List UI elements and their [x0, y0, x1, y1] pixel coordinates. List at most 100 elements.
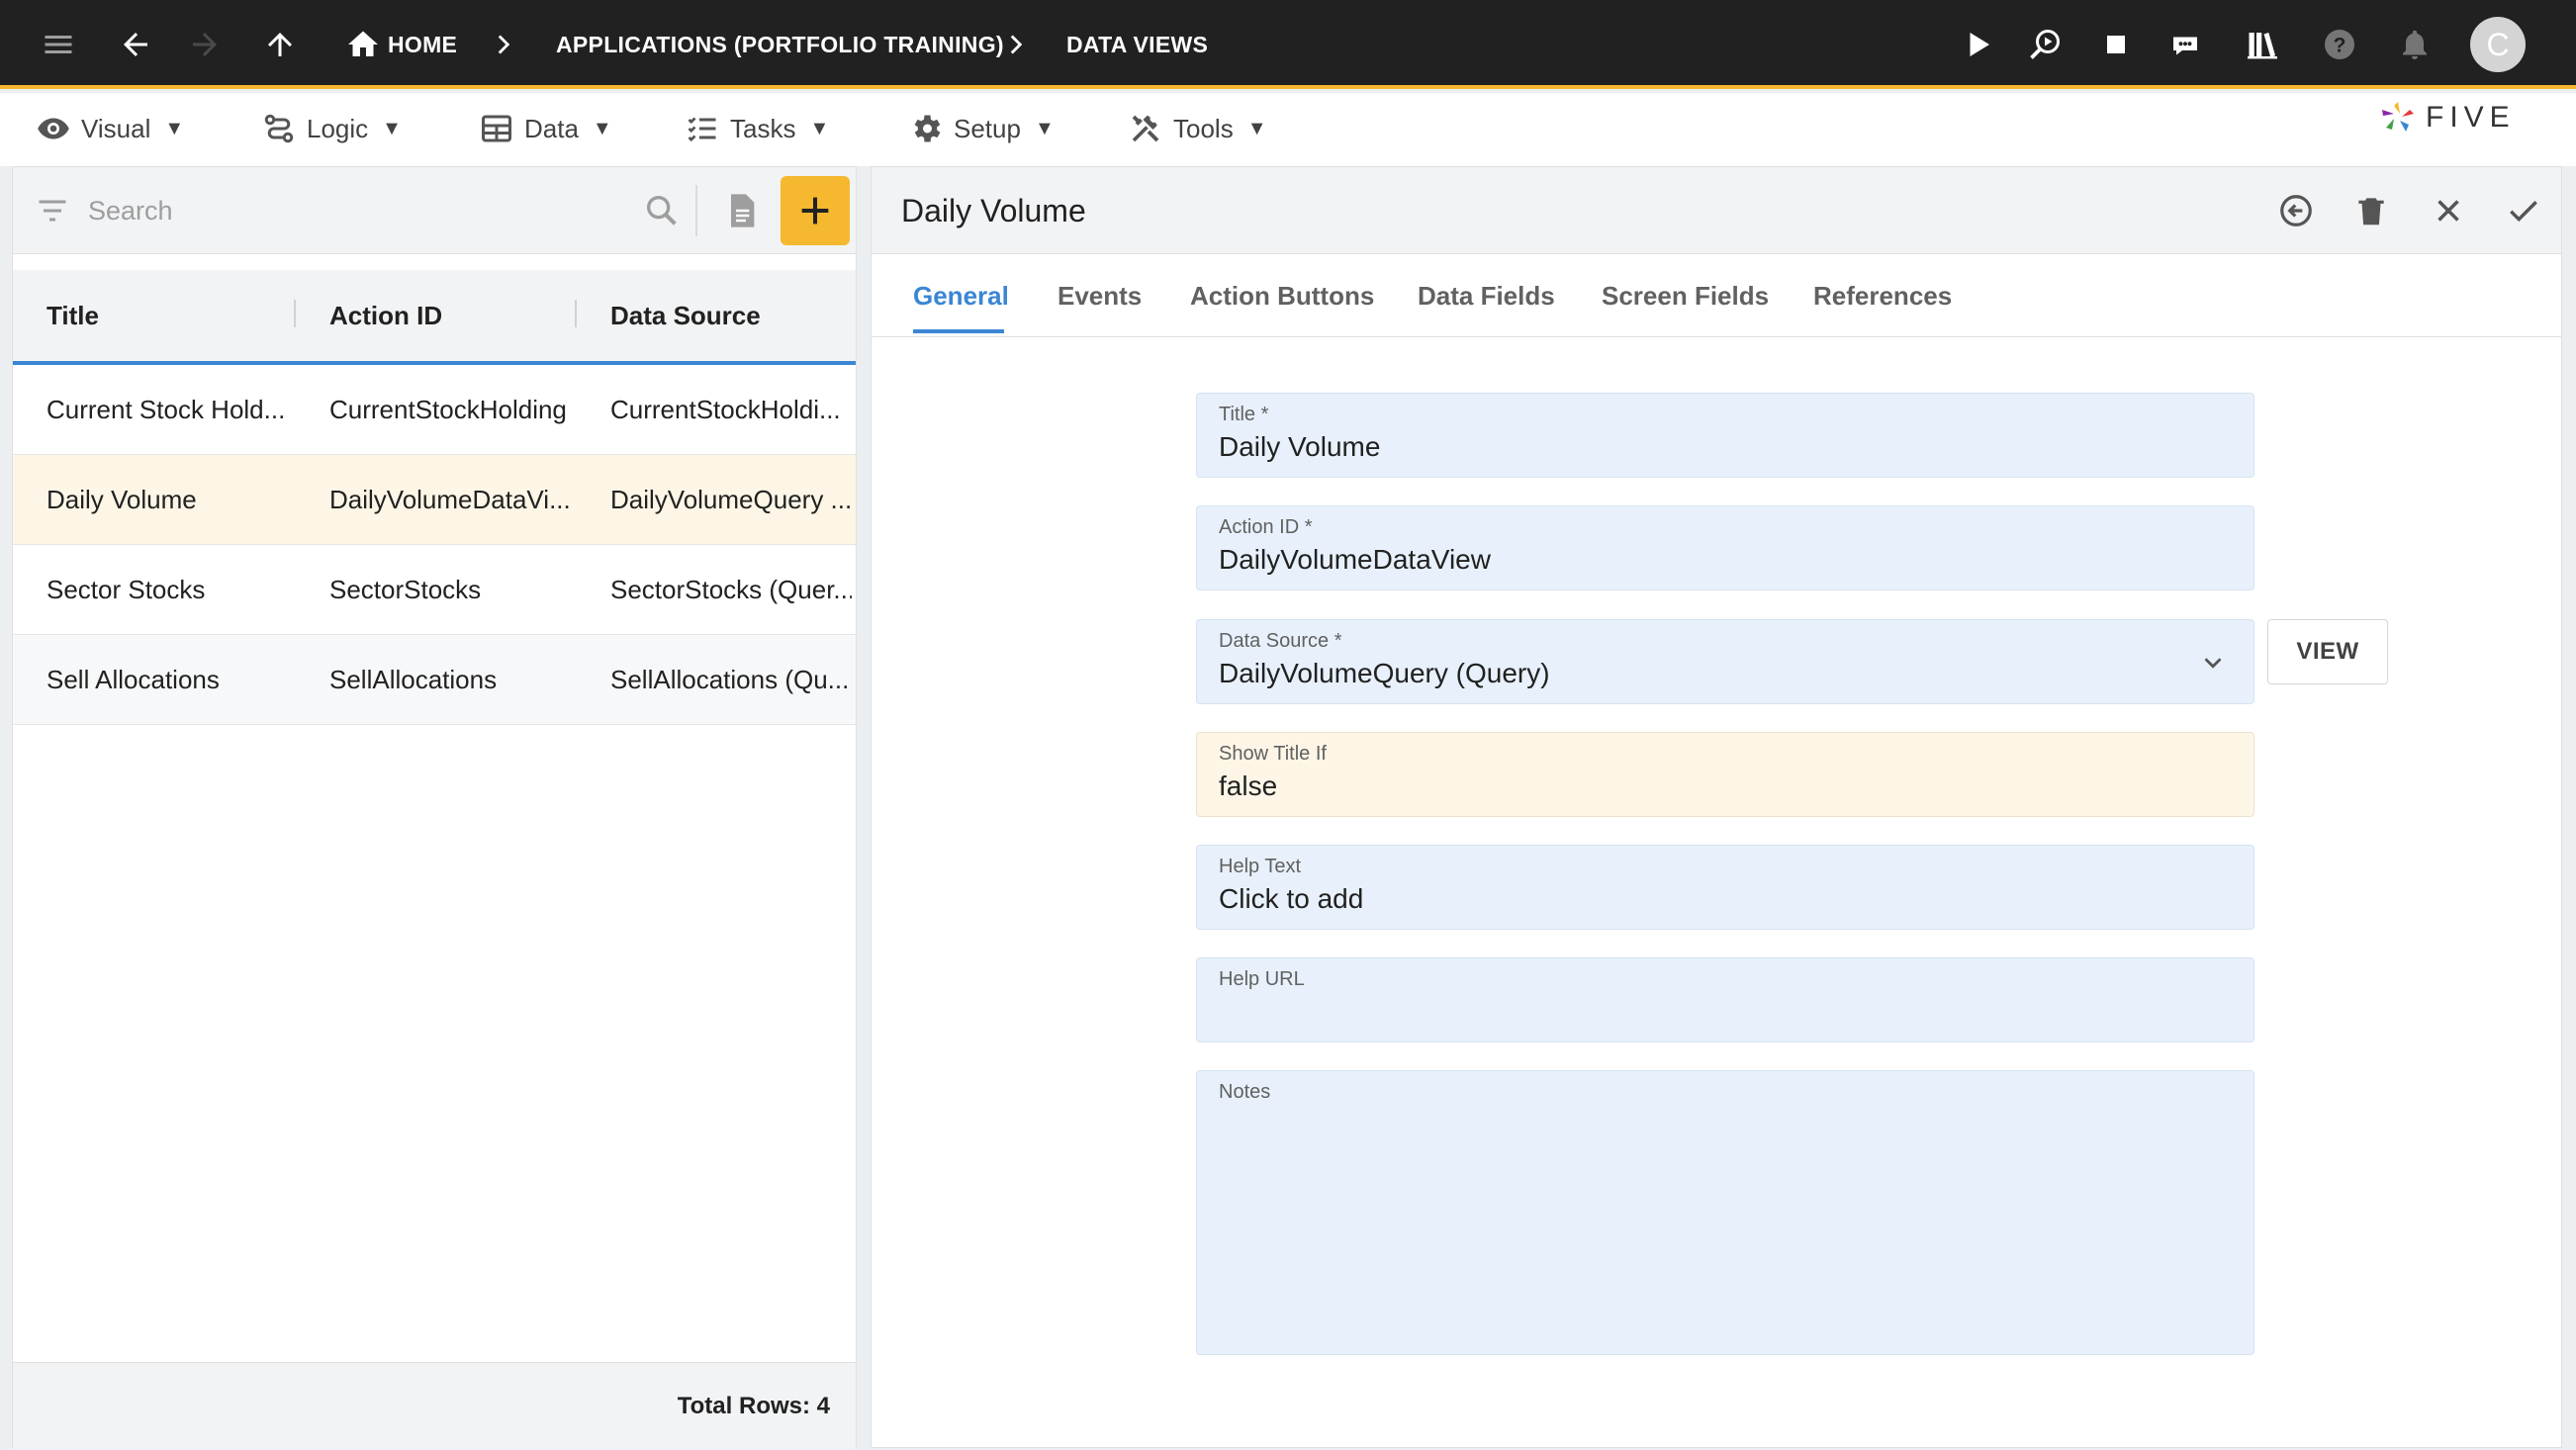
- cell-data-source: CurrentStockHoldi...: [610, 394, 841, 424]
- top-app-bar: HOME APPLICATIONS (PORTFOLIO TRAINING) D…: [0, 0, 2576, 89]
- tab-action-buttons[interactable]: Action Buttons: [1190, 254, 1374, 337]
- chevron-down-icon[interactable]: [2198, 648, 2228, 678]
- chevron-right-icon: [498, 35, 510, 54]
- column-header-action-id[interactable]: Action ID: [329, 270, 442, 361]
- show-title-if-field[interactable]: Show Title If false: [1196, 732, 2254, 817]
- form-header: Daily Volume: [872, 167, 2561, 254]
- caret-down-icon: ▼: [592, 117, 612, 139]
- table-footer: Total Rows: 4: [13, 1362, 856, 1449]
- total-rows: Total Rows: 4: [677, 1393, 830, 1419]
- home-icon[interactable]: [336, 18, 390, 71]
- search-icon[interactable]: [642, 191, 682, 230]
- back-icon[interactable]: [109, 18, 162, 71]
- caret-down-icon: ▼: [1034, 117, 1055, 139]
- caret-down-icon: ▼: [1246, 117, 1267, 139]
- eye-icon: [38, 118, 69, 139]
- add-record-button[interactable]: [781, 176, 850, 245]
- svg-text:?: ?: [2334, 35, 2346, 57]
- help-text-field-label: Help Text: [1219, 856, 1302, 877]
- action-id-field-label: Action ID *: [1219, 516, 1313, 538]
- action-id-field-value: DailyVolumeDataView: [1219, 544, 1491, 575]
- form-title: Daily Volume: [901, 192, 1086, 228]
- cell-action-id: SectorStocks: [329, 574, 482, 604]
- cell-action-id: CurrentStockHolding: [329, 394, 567, 424]
- show-title-if-field-label: Show Title If: [1219, 743, 1327, 765]
- table-row[interactable]: Sector Stocks SectorStocks SectorStocks …: [13, 545, 856, 635]
- menu-tasks-label: Tasks: [730, 113, 796, 143]
- tab-references[interactable]: References: [1813, 254, 1952, 337]
- document-icon[interactable]: [719, 188, 763, 233]
- list-panel: Title Action ID Data Source Current Stoc…: [12, 166, 857, 1449]
- menu-data[interactable]: Data ▼: [479, 107, 612, 150]
- menu-logic[interactable]: Logic ▼: [261, 107, 402, 150]
- help-text-field[interactable]: Help Text Click to add: [1196, 845, 2254, 930]
- data-source-select[interactable]: Data Source * DailyVolumeQuery (Query): [1196, 619, 2254, 704]
- column-divider[interactable]: [575, 300, 577, 327]
- show-title-if-field-value: false: [1219, 770, 1278, 801]
- table-row[interactable]: Sell Allocations SellAllocations SellAll…: [13, 635, 856, 725]
- close-icon[interactable]: [2427, 189, 2470, 232]
- form-panel: Daily Volume General Events Action Butto…: [871, 166, 2562, 1448]
- tab-events[interactable]: Events: [1058, 254, 1142, 337]
- breadcrumb-applications[interactable]: APPLICATIONS (PORTFOLIO TRAINING): [556, 0, 1004, 89]
- five-logo-mark-icon: [2382, 102, 2414, 132]
- plus-icon: [801, 197, 829, 225]
- avatar[interactable]: C: [2470, 17, 2526, 72]
- menu-visual[interactable]: Visual ▼: [36, 107, 184, 150]
- search-input[interactable]: [88, 189, 622, 232]
- gear-icon: [914, 115, 941, 142]
- breadcrumb-home[interactable]: HOME: [388, 0, 457, 89]
- logo-text: FIVE: [2426, 101, 2516, 134]
- cell-title: Current Stock Hold...: [46, 394, 286, 424]
- title-field[interactable]: Title * Daily Volume: [1196, 393, 2254, 478]
- column-header-title[interactable]: Title: [46, 270, 99, 361]
- tasks-icon: [688, 117, 716, 142]
- tab-data-fields[interactable]: Data Fields: [1418, 254, 1555, 337]
- tab-screen-fields[interactable]: Screen Fields: [1602, 254, 1769, 337]
- view-button[interactable]: VIEW: [2267, 619, 2388, 684]
- help-icon[interactable]: ?: [2313, 18, 2366, 71]
- active-tab-indicator: [913, 329, 1004, 333]
- menu-setup[interactable]: Setup ▼: [908, 107, 1055, 150]
- delete-icon[interactable]: [2349, 189, 2393, 232]
- title-field-label: Title *: [1219, 404, 1269, 425]
- data-source-field-value: DailyVolumeQuery (Query): [1219, 658, 1550, 688]
- inspect-icon[interactable]: [2018, 18, 2071, 71]
- filter-icon[interactable]: [35, 193, 70, 228]
- cell-data-source: DailyVolumeQuery ...: [610, 484, 852, 514]
- save-check-icon[interactable]: [2502, 189, 2545, 232]
- cell-data-source: SectorStocks (Quer...: [610, 574, 852, 604]
- menu-visual-label: Visual: [81, 113, 151, 143]
- tab-general[interactable]: General: [913, 254, 1009, 337]
- column-header-data-source[interactable]: Data Source: [610, 270, 761, 361]
- bell-icon[interactable]: [2388, 18, 2441, 71]
- chevron-right-icon: [1010, 35, 1023, 54]
- stop-icon[interactable]: [2089, 18, 2143, 71]
- help-url-field[interactable]: Help URL: [1196, 957, 2254, 1042]
- history-back-icon[interactable]: [2274, 189, 2318, 232]
- menu-setup-label: Setup: [954, 113, 1021, 143]
- action-id-field[interactable]: Action ID * DailyVolumeDataView: [1196, 505, 2254, 590]
- tab-bar: General Events Action Buttons Data Field…: [872, 254, 2561, 337]
- chat-icon[interactable]: [2159, 18, 2212, 71]
- caret-down-icon: ▼: [382, 117, 402, 139]
- menu-tasks[interactable]: Tasks ▼: [685, 107, 829, 150]
- menu-icon[interactable]: [32, 18, 85, 71]
- menu-bar: Visual ▼ Logic ▼ Data ▼ Tasks ▼ Setup ▼ …: [0, 93, 2576, 166]
- forward-icon[interactable]: [178, 18, 231, 71]
- tools-icon: [1132, 115, 1159, 142]
- breadcrumb-data-views[interactable]: DATA VIEWS: [1066, 0, 1208, 89]
- cell-title: Daily Volume: [46, 484, 197, 514]
- table-row-selected[interactable]: Daily Volume DailyVolumeDataVi... DailyV…: [13, 455, 856, 545]
- menu-tools[interactable]: Tools ▼: [1128, 107, 1267, 150]
- library-icon[interactable]: [2236, 18, 2289, 71]
- table-row[interactable]: Current Stock Hold... CurrentStockHoldin…: [13, 365, 856, 455]
- caret-down-icon: ▼: [164, 117, 185, 139]
- help-text-field-value: Click to add: [1219, 883, 1364, 914]
- table-icon: [482, 115, 511, 142]
- up-icon[interactable]: [253, 18, 307, 71]
- play-icon[interactable]: [1951, 18, 2004, 71]
- cell-title: Sell Allocations: [46, 664, 220, 694]
- column-divider[interactable]: [294, 300, 296, 327]
- notes-field[interactable]: Notes: [1196, 1070, 2254, 1355]
